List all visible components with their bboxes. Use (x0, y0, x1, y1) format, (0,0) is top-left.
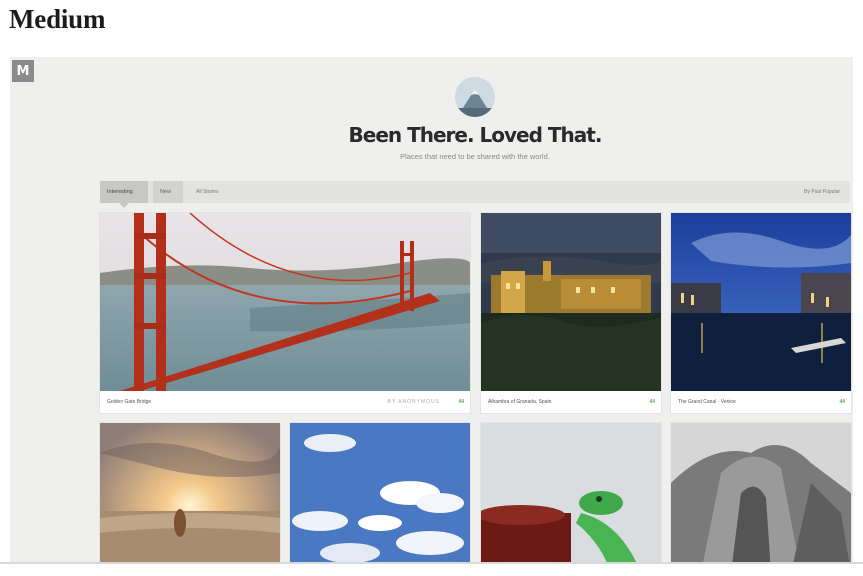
post-card-beach-sunset[interactable] (100, 423, 280, 564)
card-caption[interactable]: Golden Gate Bridge (107, 399, 151, 405)
recommend-count[interactable]: 44 (458, 391, 464, 413)
post-card-half-dome[interactable] (671, 423, 851, 564)
post-card-clouds[interactable] (290, 423, 470, 564)
post-card-venice[interactable]: The Grand Canal · Venice 44 (671, 213, 851, 413)
alhambra-photo (481, 213, 661, 391)
sort-by-popular[interactable]: By Past Popular (804, 181, 840, 203)
card-caption[interactable]: The Grand Canal · Venice (678, 399, 736, 405)
collection-nav-bar: Interesting New All Stories By Past Popu… (100, 181, 850, 208)
post-card-golden-gate[interactable]: Golden Gate Bridge BY ANONYMOUS 44 (100, 213, 470, 413)
golden-gate-photo (100, 213, 470, 391)
page-title: Medium (9, 4, 106, 34)
publication-tagline: Places that need to be shared with the w… (400, 152, 550, 161)
card-author[interactable]: BY ANONYMOUS (388, 391, 440, 413)
grand-canal-photo (671, 213, 851, 391)
tab-new[interactable]: New (153, 181, 183, 203)
publication-title: Been There. Loved That. (348, 123, 603, 147)
card-footer: Golden Gate Bridge BY ANONYMOUS 44 (100, 391, 470, 413)
medium-logo-icon[interactable]: M (12, 60, 34, 82)
bottom-divider (0, 562, 863, 564)
recommend-count[interactable]: 44 (839, 391, 845, 413)
card-footer: Alhambra of Granada, Spain 44 (481, 391, 661, 413)
card-caption[interactable]: Alhambra of Granada, Spain (488, 399, 551, 405)
blue-sky-clouds-photo (290, 423, 470, 564)
beach-sunset-photo (100, 423, 280, 564)
filter-all-stories[interactable]: All Stories (196, 181, 219, 203)
medium-collection-screenshot: M Been There. Loved That. Places that ne… (10, 57, 853, 564)
post-card-alhambra[interactable]: Alhambra of Granada, Spain 44 (481, 213, 661, 413)
post-card-lizard[interactable] (481, 423, 661, 564)
half-dome-photo (671, 423, 851, 564)
tab-interesting[interactable]: Interesting (100, 181, 148, 208)
card-footer: The Grand Canal · Venice 44 (671, 391, 851, 413)
recommend-count[interactable]: 44 (649, 391, 655, 413)
green-lizard-photo (481, 423, 661, 564)
publication-avatar[interactable] (455, 77, 495, 117)
